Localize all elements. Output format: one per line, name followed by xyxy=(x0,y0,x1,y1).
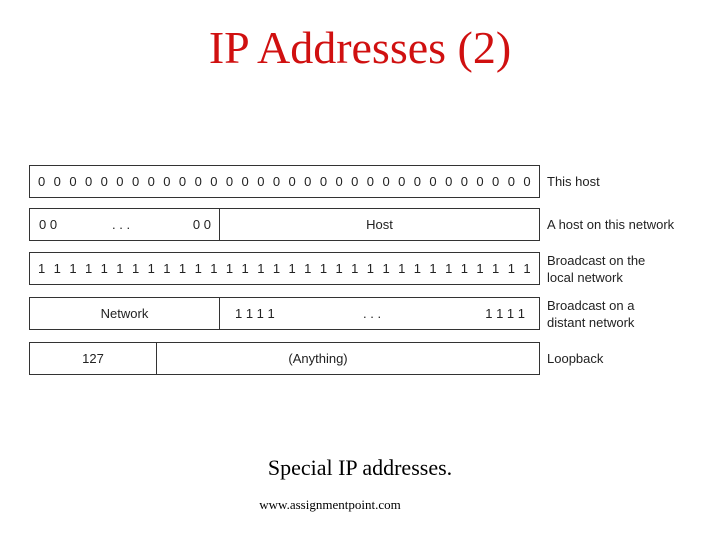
bit: 0 xyxy=(476,174,484,189)
row-description: Broadcast on the local network xyxy=(547,252,645,286)
bit: 1 xyxy=(460,261,468,276)
bit: 1 xyxy=(163,261,171,276)
bit: 1 xyxy=(445,261,453,276)
bit: 0 xyxy=(319,174,328,189)
address-row-this-host: 00000000000000000000000000000000 xyxy=(29,165,540,198)
network-zero-field: 0 0 . . . 0 0 xyxy=(30,209,219,240)
bit-field: 11111111111111111111111111111111 xyxy=(38,253,531,284)
bit: 0 xyxy=(304,174,312,189)
description-line: distant network xyxy=(547,315,635,330)
bit: 0 xyxy=(366,174,375,189)
bit: 1 xyxy=(492,261,500,276)
field-label: 127 xyxy=(82,351,104,366)
row-description: This host xyxy=(547,174,600,189)
bit-field: 00000000000000000000000000000000 xyxy=(38,166,531,197)
row-description: A host on this network xyxy=(547,217,675,232)
source-link[interactable]: www.assignmentpoint.com xyxy=(0,497,660,513)
bit: 0 xyxy=(429,174,437,189)
bit: 1 xyxy=(257,261,265,276)
host-field: Host xyxy=(219,209,539,240)
bit: 1 xyxy=(288,261,296,276)
bit: 1 xyxy=(84,261,93,276)
host-ones-field: 1 1 1 1 . . . 1 1 1 1 xyxy=(219,298,539,329)
bit: 0 xyxy=(398,174,406,189)
address-row-local-broadcast: 11111111111111111111111111111111 xyxy=(29,252,540,285)
bit: 1 xyxy=(476,261,484,276)
bit: 1 xyxy=(241,261,249,276)
address-row-loopback: 127 (Anything) xyxy=(29,342,540,375)
bit: 1 xyxy=(272,261,281,276)
anything-field: (Anything) xyxy=(156,343,539,374)
row-description: Broadcast on a distant network xyxy=(547,297,634,331)
ellipsis: . . . xyxy=(363,306,382,321)
bit: 0 xyxy=(210,174,218,189)
bit: 0 xyxy=(241,174,249,189)
bit: 0 xyxy=(38,174,46,189)
loopback-prefix-field: 127 xyxy=(30,343,156,374)
bit: 0 xyxy=(335,174,343,189)
bit: 0 xyxy=(351,174,359,189)
bit: 0 xyxy=(523,174,531,189)
bit: 1 xyxy=(194,261,202,276)
field-label: Host xyxy=(366,217,393,232)
bits-start: 1 1 1 1 xyxy=(235,306,275,321)
bit: 0 xyxy=(69,174,77,189)
network-field: Network xyxy=(30,298,219,329)
bit: 1 xyxy=(429,261,437,276)
bit: 1 xyxy=(100,261,108,276)
address-row-distant-broadcast: Network 1 1 1 1 . . . 1 1 1 1 xyxy=(29,297,540,330)
bit: 0 xyxy=(445,174,453,189)
bit: 0 xyxy=(272,174,281,189)
bit: 0 xyxy=(413,174,421,189)
bit: 1 xyxy=(319,261,328,276)
ellipsis: . . . xyxy=(112,217,131,232)
bits-start: 0 0 xyxy=(39,217,58,232)
field-label: (Anything) xyxy=(288,351,348,366)
description-line: Broadcast on a xyxy=(547,298,635,313)
bit: 1 xyxy=(351,261,359,276)
bit: 1 xyxy=(178,261,187,276)
figure-caption: Special IP addresses. xyxy=(267,455,453,480)
bit: 0 xyxy=(163,174,171,189)
bit: 0 xyxy=(147,174,155,189)
bit: 1 xyxy=(523,261,531,276)
bit: 0 xyxy=(382,174,390,189)
bit: 1 xyxy=(116,261,124,276)
bit: 0 xyxy=(116,174,124,189)
bit: 1 xyxy=(225,261,234,276)
bit: 1 xyxy=(304,261,312,276)
bit: 1 xyxy=(69,261,77,276)
bit: 0 xyxy=(131,174,140,189)
bit: 1 xyxy=(366,261,375,276)
field-label: Network xyxy=(100,306,149,321)
bit: 1 xyxy=(53,261,61,276)
bit: 0 xyxy=(257,174,265,189)
bit: 0 xyxy=(288,174,296,189)
bit: 1 xyxy=(210,261,218,276)
bit: 1 xyxy=(413,261,421,276)
description-line: local network xyxy=(547,270,623,285)
bit: 1 xyxy=(147,261,155,276)
bit: 0 xyxy=(100,174,108,189)
bit: 0 xyxy=(194,174,202,189)
row-description: Loopback xyxy=(547,351,604,366)
description-line: Broadcast on the xyxy=(547,253,646,268)
bits-end: 0 0 xyxy=(192,217,211,232)
bit: 1 xyxy=(382,261,390,276)
bit: 0 xyxy=(460,174,468,189)
bit: 1 xyxy=(398,261,406,276)
address-row-host-on-network: 0 0 . . . 0 0 Host xyxy=(29,208,540,241)
bit: 0 xyxy=(84,174,93,189)
bit: 1 xyxy=(38,261,46,276)
bit: 0 xyxy=(53,174,61,189)
bit: 0 xyxy=(492,174,500,189)
bit: 0 xyxy=(507,174,515,189)
bits-end: 1 1 1 1 xyxy=(485,306,525,321)
bit: 1 xyxy=(507,261,515,276)
bit: 0 xyxy=(225,174,234,189)
bit: 1 xyxy=(335,261,343,276)
bit: 1 xyxy=(131,261,140,276)
bit: 0 xyxy=(178,174,187,189)
slide-title: IP Addresses (2) xyxy=(208,22,512,73)
